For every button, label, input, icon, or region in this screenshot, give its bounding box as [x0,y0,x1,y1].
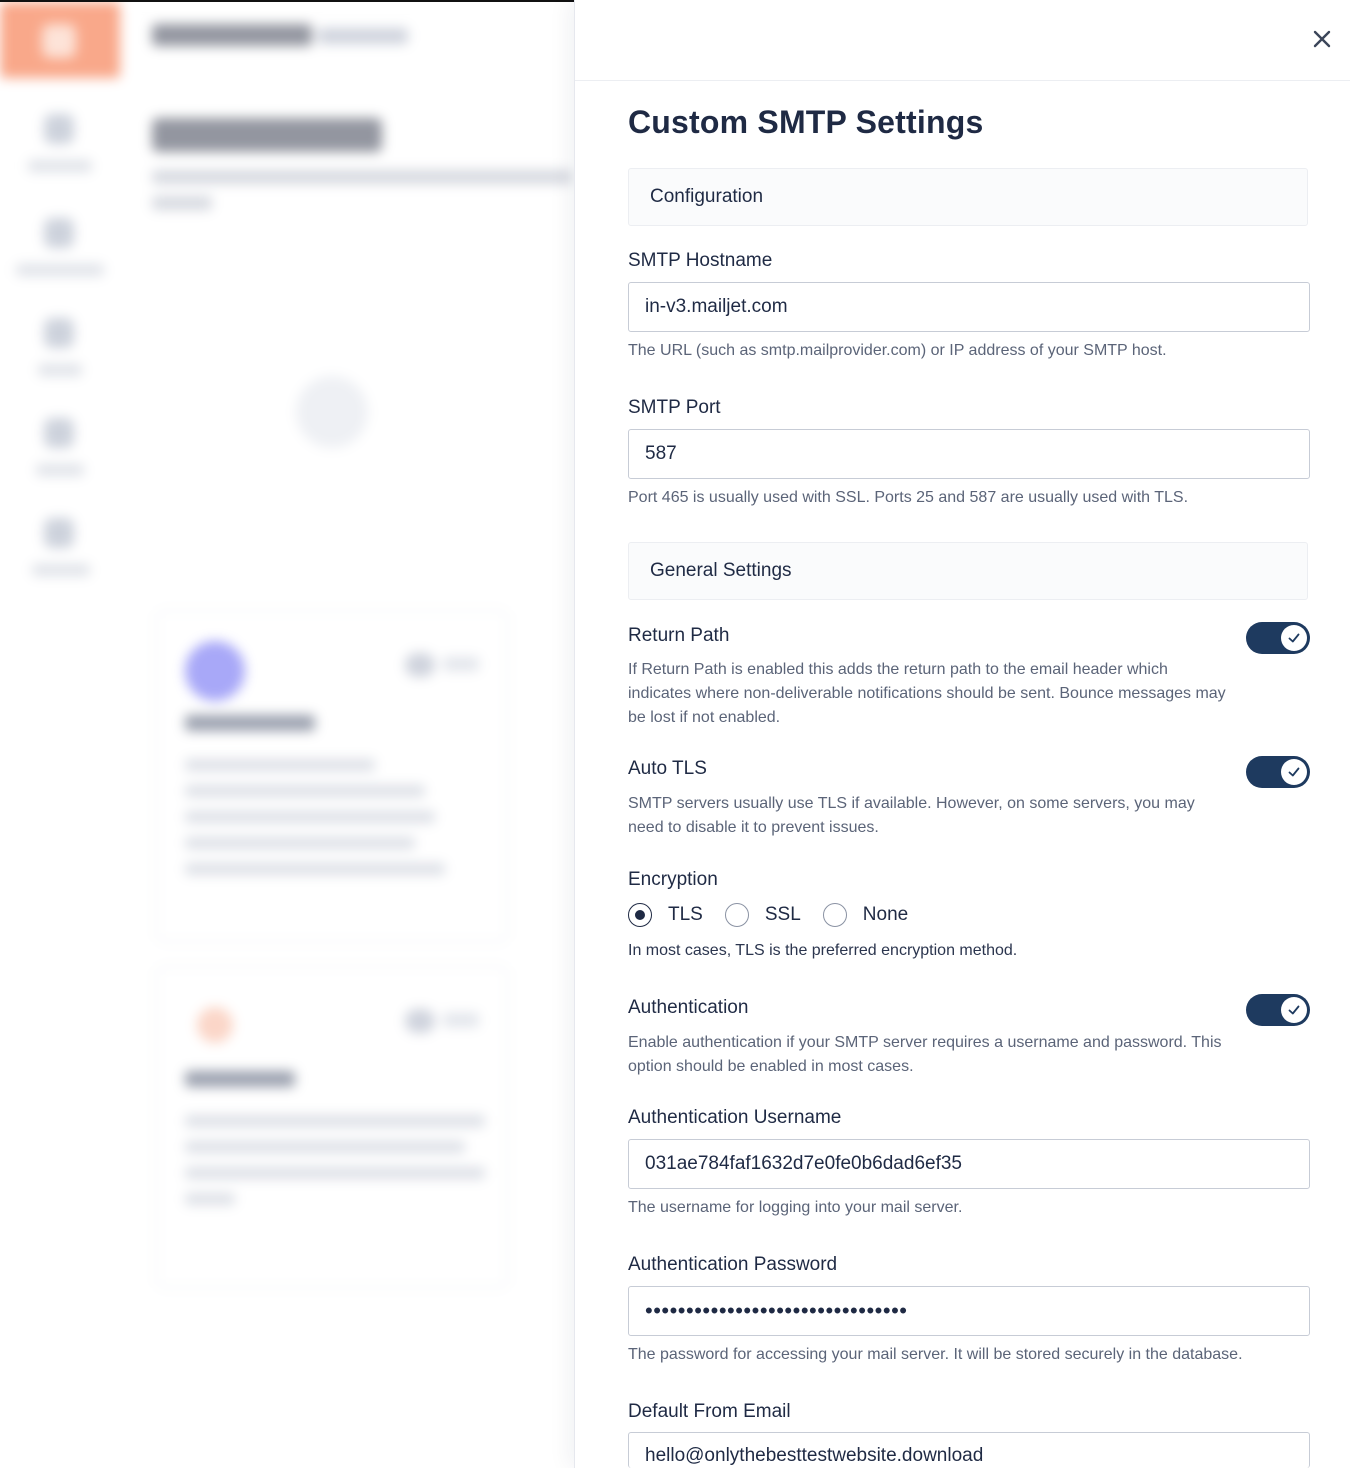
section-title: General Settings [650,560,792,581]
smtp-hostname-input[interactable]: in-v3.mailjet.com [628,282,1310,332]
check-icon [1288,633,1300,643]
background-nav-item [0,404,120,494]
auth-username-label: Authentication Username [628,1107,842,1128]
auth-password-label: Authentication Password [628,1254,838,1275]
panel-header [575,0,1350,81]
radio-selected-indicator [628,903,652,927]
section-title: Configuration [650,186,764,207]
from-email-input[interactable]: hello@onlythebesttestwebsite.download [628,1432,1310,1468]
smtp-hostname-label: SMTP Hostname [628,250,773,271]
background-nav-item [0,204,120,294]
background-card [156,966,508,1288]
background-subtitle-2 [152,196,212,210]
smtp-port-label: SMTP Port [628,397,721,418]
panel-title: Custom SMTP Settings [628,104,984,140]
smtp-settings-panel: Custom SMTP Settings Configuration SMTP … [574,0,1350,1468]
background-nav-item [0,100,120,190]
from-email-label: Default From Email [628,1401,791,1422]
return-path-help: If Return Path is enabled this adds the … [628,661,1226,726]
encryption-label: Encryption [628,869,718,890]
encryption-option-ssl[interactable]: SSL [724,903,801,927]
auto-tls-label: Auto TLS [628,758,707,779]
toggle-knob [1281,997,1307,1023]
check-icon [1288,767,1300,777]
background-nav-item [0,304,120,394]
smtp-hostname-help: The URL (such as smtp.mailprovider.com) … [628,342,1167,359]
auth-password-help: The password for accessing your mail ser… [628,1346,1243,1363]
section-general-settings: General Settings [628,542,1308,600]
app-logo [0,2,120,78]
auto-tls-toggle[interactable] [1246,756,1310,788]
background-nav-item [0,504,120,594]
radio-label: TLS [668,904,703,925]
auth-username-value: 031ae784faf1632d7e0fe0b6dad6ef35 [645,1153,962,1174]
background-app [0,0,600,1468]
radio-indicator [724,903,749,927]
radio-label: None [862,904,909,925]
from-email-value: hello@onlythebesttestwebsite.download [645,1445,984,1466]
close-icon [1313,30,1331,48]
encryption-option-tls[interactable]: TLS [628,903,703,927]
background-page-title [152,118,382,152]
smtp-port-input[interactable]: 587 [628,429,1310,479]
auth-password-input[interactable]: •••••••••••••••••••••••••••••••• [628,1286,1310,1336]
close-button[interactable] [1309,26,1335,52]
toggle-knob [1281,759,1307,785]
app-brand [152,24,312,46]
encryption-help: In most cases, TLS is the preferred encr… [628,942,1018,959]
auth-username-help: The username for logging into your mail … [628,1199,963,1216]
smtp-port-value: 587 [645,443,677,464]
authentication-label: Authentication [628,997,749,1018]
check-icon [1288,1005,1300,1015]
encryption-option-none[interactable]: None [822,903,909,927]
toggle-knob [1281,625,1307,651]
background-circle [296,376,368,448]
app-brand-suffix [318,28,408,44]
background-card [156,610,508,942]
encryption-radio-group: TLS SSL None [628,900,930,930]
smtp-hostname-value: in-v3.mailjet.com [645,296,788,317]
authentication-toggle[interactable] [1246,994,1310,1026]
auto-tls-help: SMTP servers usually use TLS if availabl… [628,795,1195,836]
smtp-port-help: Port 465 is usually used with SSL. Ports… [628,489,1189,506]
return-path-label: Return Path [628,625,730,646]
authentication-help: Enable authentication if your SMTP serve… [628,1034,1222,1075]
section-configuration: Configuration [628,168,1308,226]
return-path-toggle[interactable] [1246,622,1310,654]
radio-indicator [822,903,847,927]
auth-password-value: •••••••••••••••••••••••••••••••• [645,1298,908,1323]
background-subtitle [152,170,572,184]
radio-label: SSL [764,904,801,925]
auth-username-input[interactable]: 031ae784faf1632d7e0fe0b6dad6ef35 [628,1139,1310,1189]
